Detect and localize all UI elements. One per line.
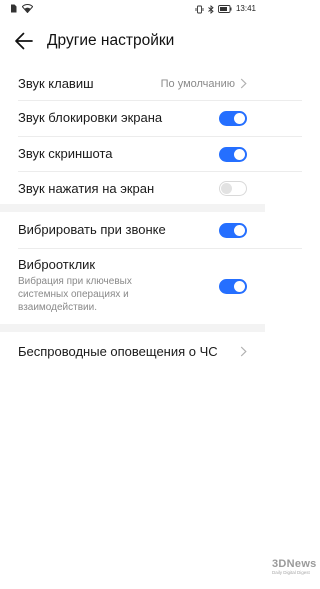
vibrate-on-ring-toggle[interactable] [219,223,247,238]
toggle-knob [234,281,245,292]
chevron-right-icon [240,346,247,357]
arrow-left-icon[interactable] [14,32,34,50]
toggle-knob [234,113,245,124]
toggle-knob [234,149,245,160]
toggle-knob [221,183,232,194]
setting-key-sound[interactable]: Звук клавиш По умолчанию [0,70,265,98]
watermark-logo: 3DNews Daily Digital Digest [262,558,317,582]
setting-description: Вибрация при ключевых системных операция… [18,276,132,313]
page-title: Другие настройки [47,32,175,49]
setting-label: Звук клавиш [18,76,94,91]
setting-label: Вибрировать при звонке [18,222,166,237]
setting-emergency-alerts[interactable]: Беспроводные оповещения о ЧС [0,338,265,366]
battery-icon [218,5,232,13]
status-bar-right: 13:41 [195,4,256,14]
status-bar: 13:41 [0,0,265,20]
section-separator [0,204,265,212]
wifi-icon [22,4,33,13]
status-bar-left [10,4,33,13]
toggle-knob [234,225,245,236]
setting-label: Звук скриншота [18,146,113,161]
setting-label: Звук нажатия на экран [18,181,155,196]
touch-sound-toggle[interactable] [219,181,247,196]
clock: 13:41 [235,4,256,13]
watermark-text: 3DNews [272,558,317,570]
haptic-feedback-toggle[interactable] [219,279,247,294]
setting-vibrate-on-ring[interactable]: Вибрировать при звонке [0,216,265,244]
divider [18,100,302,101]
divider [18,171,302,172]
setting-screenshot-sound[interactable]: Звук скриншота [0,140,265,168]
setting-touch-sound[interactable]: Звук нажатия на экран [0,175,265,203]
setting-lock-sound[interactable]: Звук блокировки экрана [0,104,265,132]
setting-label: Звук блокировки экрана [18,110,163,125]
chevron-right-icon [240,78,247,89]
header: Другие настройки [0,24,265,58]
watermark-subtitle: Daily Digital Digest [272,570,310,575]
section-separator [0,324,265,332]
screenshot-sound-toggle[interactable] [219,147,247,162]
setting-value: По умолчанию [160,78,235,90]
vibrate-icon [195,5,204,13]
setting-haptic-feedback[interactable]: Виброотклик Вибрация при ключевых систем… [0,252,265,322]
divider [18,248,302,249]
sim-icon [11,4,17,13]
lock-sound-toggle[interactable] [219,111,247,126]
setting-label: Беспроводные оповещения о ЧС [18,344,218,359]
bluetooth-icon [208,4,214,14]
divider [18,136,302,137]
setting-label: Виброотклик [18,257,96,272]
